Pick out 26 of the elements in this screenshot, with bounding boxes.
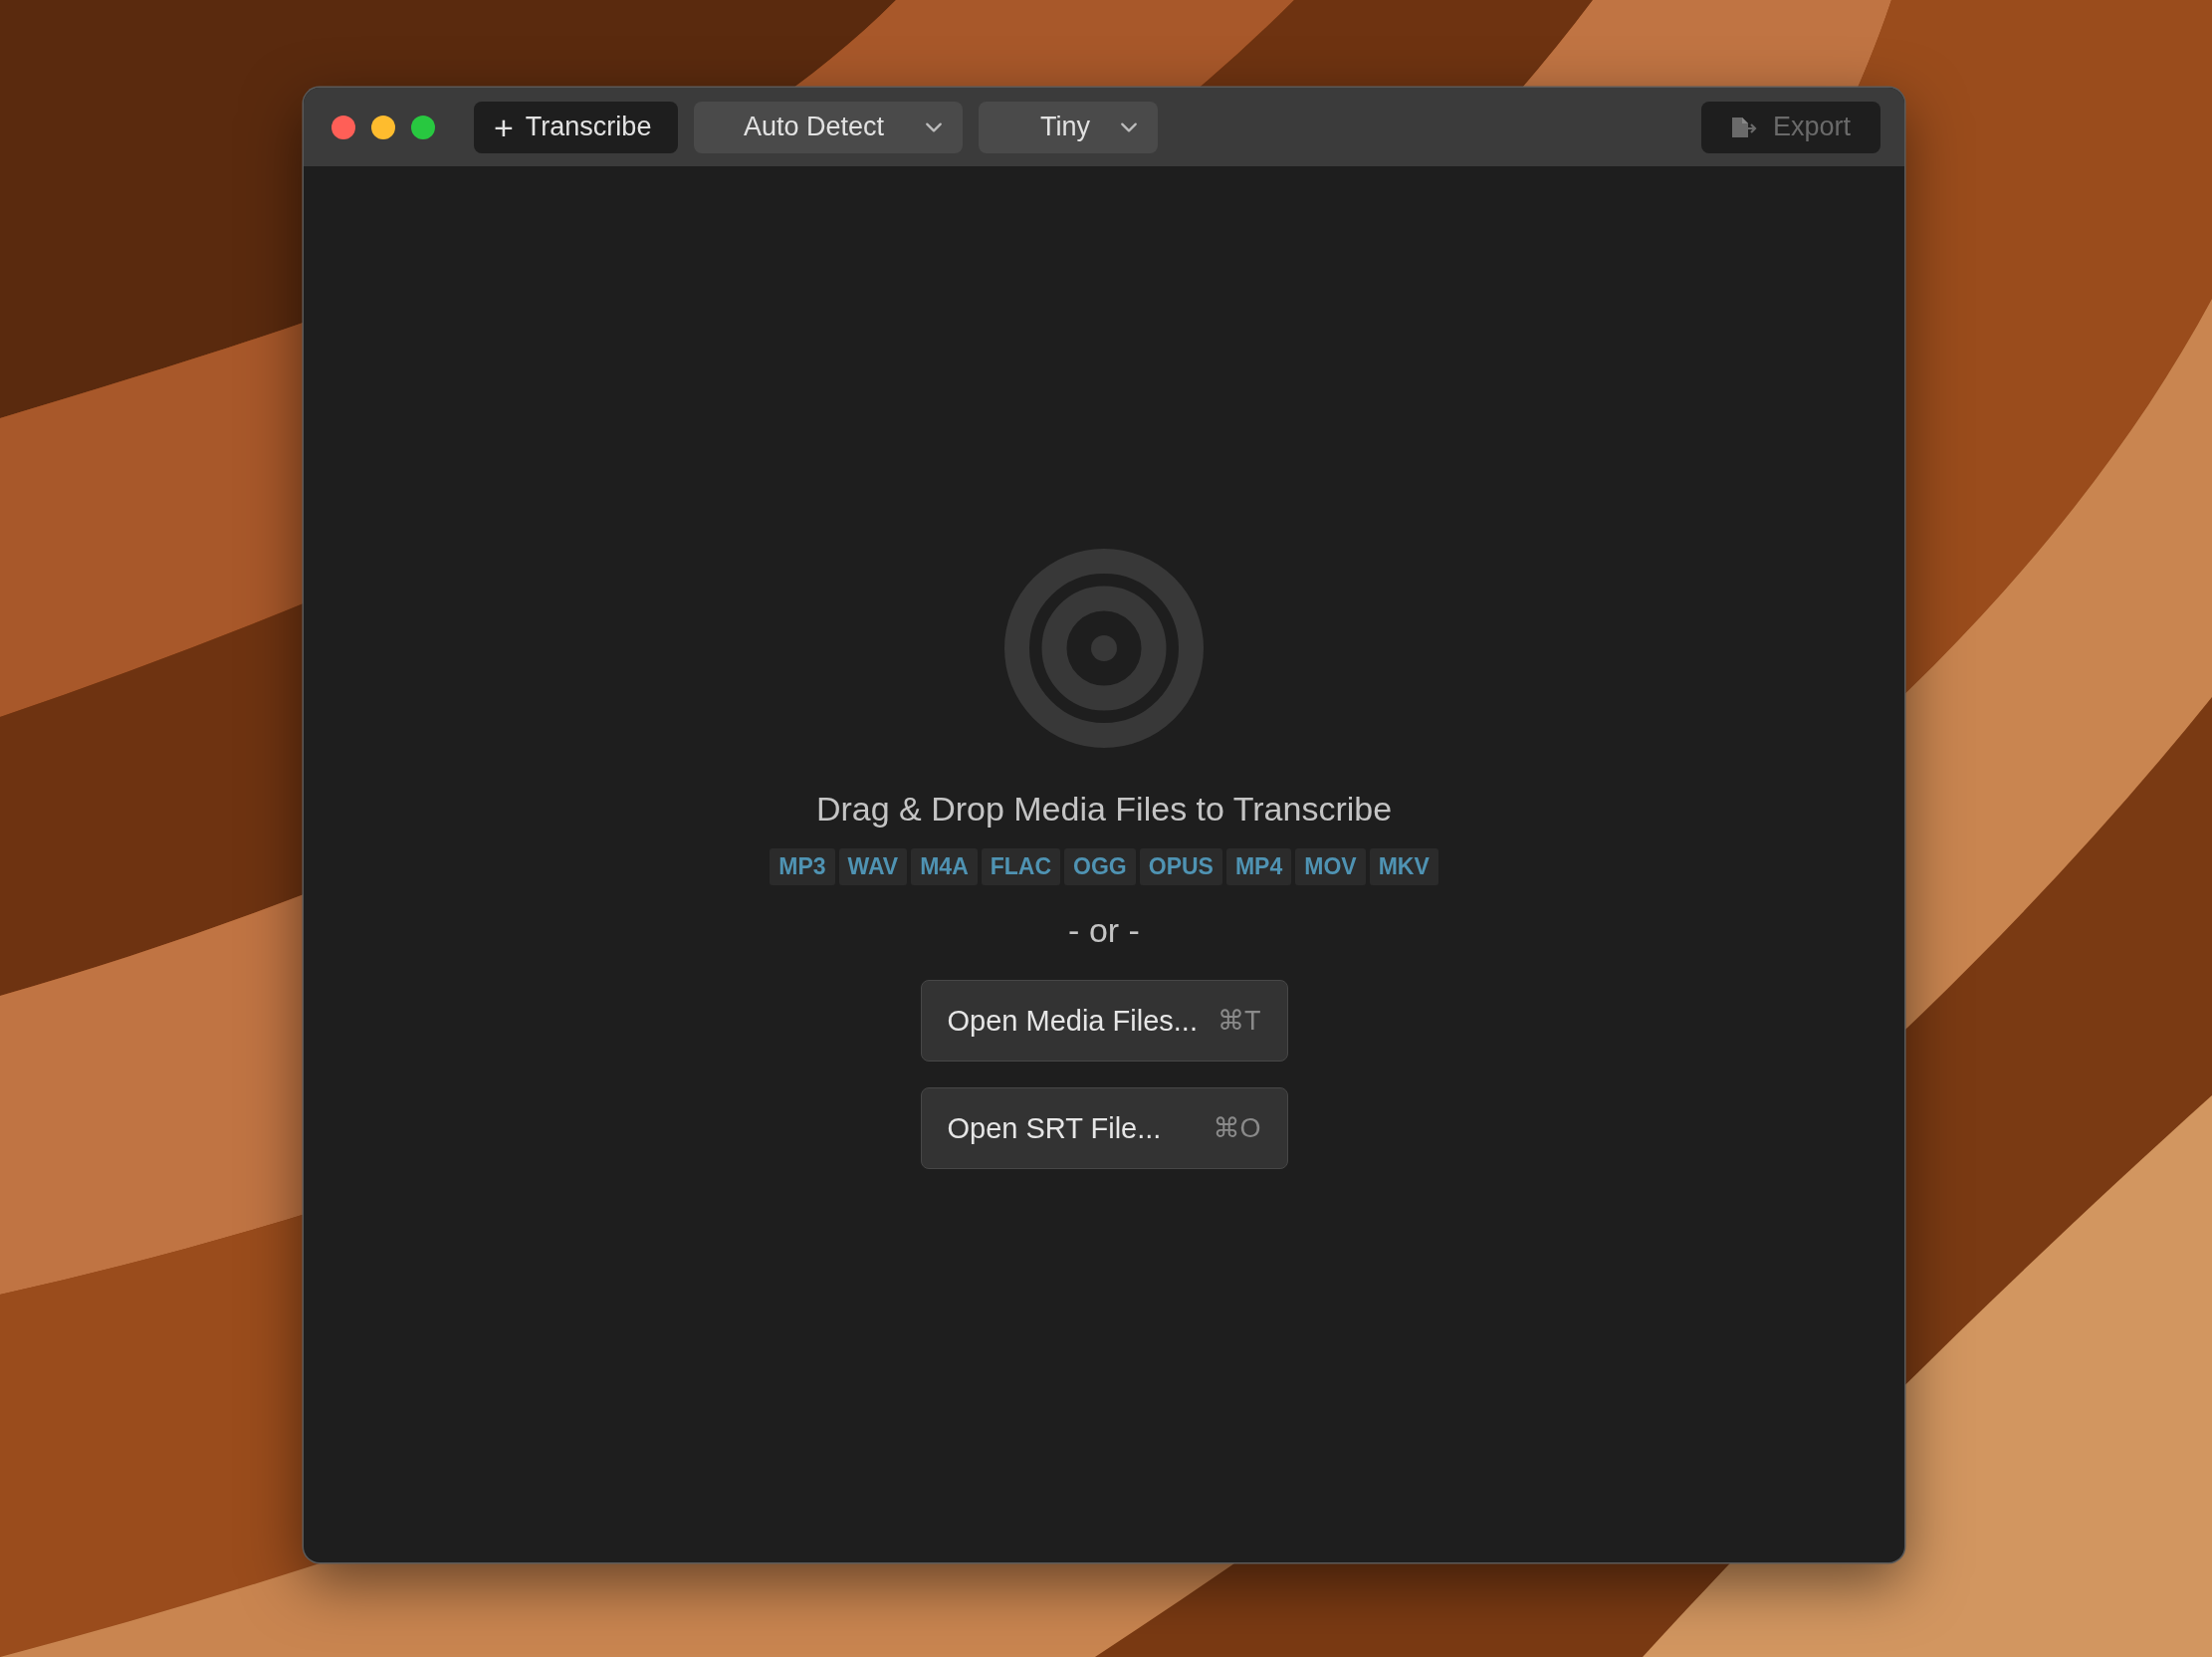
dropdown[interactable]: Tiny xyxy=(979,101,1158,153)
format-tag: OGG xyxy=(1064,848,1136,885)
window-control-button[interactable] xyxy=(332,115,355,139)
target-icon xyxy=(1004,549,1204,748)
transcribe-button[interactable]: + Transcribe xyxy=(474,101,678,153)
window-control-button[interactable] xyxy=(411,115,435,139)
drop-title: Drag & Drop Media Files to Transcribe xyxy=(815,790,1393,828)
format-tag: WAV xyxy=(838,848,908,885)
format-tag: FLAC xyxy=(981,848,1061,885)
chevron-icon xyxy=(1120,120,1138,133)
open-button[interactable]: Open Media Files... ⌘T xyxy=(920,980,1288,1062)
format-tag: MP4 xyxy=(1225,848,1292,885)
chevron-icon xyxy=(925,120,943,133)
open-button[interactable]: Open SRT File... ⌘O xyxy=(920,1087,1288,1169)
export-icon xyxy=(1729,115,1759,139)
plus-icon: + xyxy=(494,110,514,144)
format-tag: MKV xyxy=(1369,848,1438,885)
dropdown[interactable]: Auto Detect xyxy=(694,101,963,153)
shortcut-text: ⌘O xyxy=(1213,1112,1261,1144)
format-tag: OPUS xyxy=(1139,848,1222,885)
format-tag: MP3 xyxy=(770,848,835,885)
format-tag: MOV xyxy=(1295,848,1366,885)
window-control-button[interactable] xyxy=(371,115,395,139)
separator-text: - or - xyxy=(1068,911,1140,950)
format-tag: M4A xyxy=(911,848,978,885)
shortcut-text: ⌘T xyxy=(1217,1005,1261,1037)
